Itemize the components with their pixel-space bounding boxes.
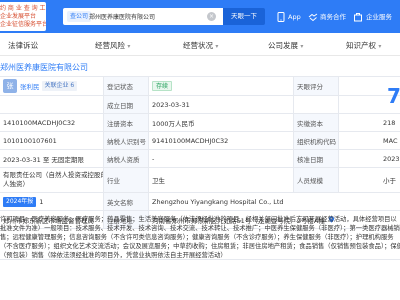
tab-operating-status[interactable]: 经营状况 ▾ [183, 40, 218, 51]
tab-label: 经营状况 [183, 41, 213, 50]
search-box[interactable]: 查公司 × [63, 8, 223, 25]
tab-company-development[interactable]: 公司发展 ▾ [268, 40, 303, 51]
table-row: 1410100MACDHJ0C32 注册资本 1000万人民币 实缴资本 218 [0, 114, 400, 132]
table-row: 2024年报 1 英文名称 Zhengzhou Yiyangkang Hospi… [0, 193, 400, 211]
scope-line: 许可项目：医疗美容服务；医疗服务；药品零售；生活美容服务（依法须经批准的项目，经… [0, 216, 397, 223]
registration-number-value: 1010100107601 [3, 136, 57, 145]
field-label: 行业 [103, 168, 149, 192]
company-type-line-1: 有限责任公司（自然人投资或控股的法 [3, 171, 103, 179]
field-value: 2023 [383, 154, 400, 163]
handshake-icon [308, 13, 318, 22]
annual-report-count: 1 [39, 197, 44, 206]
status-cell: 存续 [149, 77, 293, 95]
empty-cell [293, 96, 339, 113]
company-type-line-2: 人独资） [3, 180, 29, 188]
field-value: MAC [383, 136, 398, 145]
field-label: 纳税人识别号 [103, 132, 149, 149]
field-label: 天眼评分 [293, 77, 339, 95]
field-value: 1000万人民币 [152, 119, 195, 128]
tab-label: 公司发展 [268, 41, 298, 50]
field-label: 英文名称 [103, 193, 149, 210]
table-row: 2023-03-31 至 无固定期限 纳税人资质 - 核准日期 2023 [0, 150, 400, 168]
page-bottom [0, 260, 400, 300]
table-row: 1010100107601 纳税人识别号 91410100MACDHJ0C32 … [0, 132, 400, 150]
annual-report-cell: 2024年报 1 [0, 193, 103, 210]
scope-line: （不含医疗服务）；组织文化艺术交流活动；会议及展览服务；中草药收购；住房租赁；非… [0, 243, 400, 250]
legal-rep-cell: 张 张利民 关联企业 6 [0, 77, 103, 95]
site-logo[interactable]: 约 商 业 查 询 工 具 企业发展平台 企业征信服务平台 [0, 2, 46, 31]
enterprise-icon [354, 13, 362, 22]
table-row: 成立日期 2023-03-31 [0, 96, 400, 114]
search-type-tag[interactable]: 查公司 [67, 11, 92, 22]
top-header: 约 商 业 查 询 工 具 企业发展平台 企业征信服务平台 查公司 × 天眼一下… [0, 0, 400, 33]
field-value: 218 [383, 118, 396, 127]
field-value: 91410100MACDHJ0C32 [152, 136, 229, 145]
tab-label: 法律诉讼 [8, 41, 38, 50]
tab-label: 经营风险 [95, 41, 125, 50]
company-name[interactable]: 郑州医养康医院有限公司 [0, 62, 88, 73]
chevron-down-icon: ▾ [300, 43, 304, 50]
tab-operating-risk[interactable]: 经营风险 ▾ [95, 40, 130, 51]
scope-line: 批准文件为准）一般项目：技术服务、技术开发、技术咨询、技术交流、技术转让、技术推… [0, 225, 400, 232]
field-label: 注册资本 [103, 114, 149, 131]
empty-cell [0, 96, 103, 113]
section-tabs: 法律诉讼 经营风险 ▾ 经营状况 ▾ 公司发展 ▾ 知识产权 ▾ [0, 33, 400, 56]
table-row: 有限责任公司（自然人投资或控股的法 人独资） 行业 卫生 人员规模 小于 [0, 168, 400, 193]
company-type-cell: 有限责任公司（自然人投资或控股的法 人独资） [0, 168, 103, 192]
enterprise-service-link[interactable]: 企业服务 [366, 12, 392, 22]
clear-icon[interactable]: × [207, 12, 216, 21]
table-row: 张 张利民 关联企业 6 登记状态 存续 天眼评分 7 [0, 77, 400, 108]
field-value: 卫生 [152, 177, 165, 185]
business-cooperation-link[interactable]: 商务合作 [320, 12, 346, 22]
logo-line-3: 企业征信服务平台 [0, 21, 46, 28]
business-scope: 许可项目：医疗美容服务；医疗服务；药品零售；生活美容服务（依法须经批准的项目，经… [0, 214, 400, 260]
field-label: 核准日期 [293, 150, 339, 167]
avatar: 张 [3, 79, 17, 93]
chevron-down-icon: ▾ [378, 43, 382, 50]
annual-report-badge[interactable]: 2024年报 [3, 196, 37, 207]
field-label: 实缴资本 [293, 114, 339, 131]
credit-code-value: 1410100MACDHJ0C32 [3, 118, 76, 127]
field-value: 小于 [383, 177, 396, 185]
chevron-down-icon: ▾ [127, 43, 131, 50]
field-label: 人员规模 [293, 168, 339, 192]
field-label: 成立日期 [103, 96, 149, 113]
field-value: 2023-03-31 [152, 100, 190, 109]
tab-intellectual-property[interactable]: 知识产权 ▾ [346, 40, 381, 51]
related-companies-badge[interactable]: 关联企业 6 [41, 81, 78, 91]
search-input[interactable] [89, 8, 201, 25]
scope-line: （预包装）销售（除依法须经批准的项目外，凭营业执照依法自主开展经营活动） [0, 252, 227, 259]
field-label: 组织机构代码 [293, 132, 339, 149]
scope-line: 售；远程健康管理服务；信息咨询服务（不含许可类信息咨询服务）；健康咨询服务（不含… [0, 234, 394, 241]
app-link[interactable]: App [288, 12, 301, 22]
field-value: - [152, 154, 155, 163]
field-label: 登记状态 [103, 77, 149, 95]
status-badge: 存续 [152, 81, 173, 91]
search-button[interactable]: 天眼一下 [223, 8, 265, 25]
phone-icon [277, 12, 285, 22]
tab-legal[interactable]: 法律诉讼 [8, 40, 38, 51]
business-term-value: 2023-03-31 至 无固定期限 [3, 155, 84, 164]
tab-label: 知识产权 [346, 41, 376, 50]
legal-rep-name[interactable]: 张利民 [20, 81, 40, 91]
field-value: Zhengzhou Yiyangkang Hospital Co., Ltd [152, 197, 284, 206]
chevron-down-icon: ▾ [215, 43, 219, 50]
field-label: 纳税人资质 [103, 150, 149, 167]
